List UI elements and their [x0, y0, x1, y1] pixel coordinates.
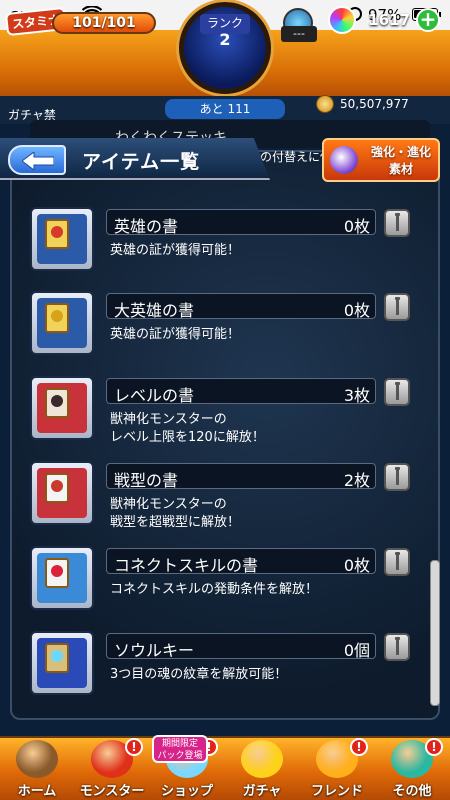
item-row[interactable]: 大英雄の書 0枚英雄の証が獲得可能！	[30, 291, 410, 363]
nav-label: ガチャ	[242, 784, 282, 799]
item-count: 0枚	[343, 217, 370, 236]
item-icon[interactable]	[30, 291, 94, 355]
coin-icon	[316, 95, 334, 113]
nav-item[interactable]: モンスター!	[75, 736, 149, 800]
emblem-icon	[51, 226, 63, 238]
coin-count: 50,507,977	[340, 97, 409, 111]
item-description: 英雄の証が獲得可能！	[110, 327, 241, 342]
back-button[interactable]	[8, 145, 66, 175]
shop-sub-label: ---	[281, 26, 317, 42]
list-scrollbar[interactable]	[430, 560, 440, 706]
item-description: 3つ目の魂の紋章を解放可能！	[110, 667, 288, 682]
item-icon[interactable]	[30, 376, 94, 440]
item-description: 獣神化モンスターの レベル上限を120に解放！	[110, 412, 265, 445]
notification-badge: !	[425, 738, 443, 756]
item-description: 英雄の証が獲得可能！	[110, 243, 241, 258]
item-count: 0個	[343, 641, 370, 660]
item-row[interactable]: コネクトスキルの書 0枚コネクトスキルの発動条件を解放！	[30, 546, 410, 618]
emblem-icon	[51, 650, 63, 662]
back-arrow-icon	[22, 152, 54, 170]
nav-label: フレンド	[310, 784, 363, 799]
item-description: 獣神化モンスターの 戦型を超戦型に解放！	[110, 497, 241, 530]
item-row[interactable]: 英雄の書 0枚英雄の証が獲得可能！	[30, 207, 410, 279]
emblem-icon	[51, 565, 63, 577]
item-count: 2枚	[343, 471, 370, 490]
item-count: 3枚	[343, 386, 370, 405]
item-name: 戦型の書	[114, 471, 179, 490]
item-name: コネクトスキルの書	[114, 556, 259, 575]
info-button[interactable]	[384, 293, 410, 321]
next-rank-exp: あと 111	[165, 99, 285, 119]
nav-item[interactable]: ガチャ	[225, 736, 299, 800]
nav-item[interactable]: ホーム	[0, 736, 74, 800]
emblem-icon	[51, 395, 63, 407]
item-name: レベルの書	[114, 386, 195, 405]
stamina-value: 101/101	[72, 15, 136, 31]
info-button[interactable]	[384, 463, 410, 491]
nav-label: その他	[392, 784, 432, 799]
evolution-material-button[interactable]: 強化・進化 素材	[322, 138, 440, 182]
info-button[interactable]	[384, 548, 410, 576]
notification-badge: !	[350, 738, 368, 756]
info-button[interactable]	[384, 633, 410, 661]
item-icon[interactable]	[30, 207, 94, 271]
orb-count: 1617	[368, 11, 410, 29]
emblem-icon	[51, 310, 63, 322]
gacha-icon	[241, 740, 283, 778]
info-button[interactable]	[384, 378, 410, 406]
item-count: 0枚	[343, 556, 370, 575]
item-icon[interactable]	[30, 546, 94, 610]
item-row[interactable]: ソウルキー 0個 3つ目の魂の紋章を解放可能！	[30, 631, 410, 703]
home-icon	[16, 740, 58, 778]
nav-item[interactable]: フレンド!	[300, 736, 374, 800]
notification-badge: !	[125, 738, 143, 756]
item-icon[interactable]	[30, 461, 94, 525]
page-title: アイテム一覧	[82, 151, 201, 173]
limited-pack-tag: 期間限定 パック登場	[152, 735, 208, 763]
item-name: 大英雄の書	[114, 301, 195, 320]
nav-label: ホーム	[17, 784, 57, 799]
item-count: 0枚	[343, 301, 370, 320]
item-description: コネクトスキルの発動条件を解放！	[110, 582, 319, 597]
item-name: ソウルキー	[114, 641, 195, 660]
item-row[interactable]: 戦型の書 2枚獣神化モンスターの 戦型を超戦型に解放！	[30, 461, 410, 533]
nav-item[interactable]: その他!	[375, 736, 449, 800]
rank-value: 2	[219, 30, 231, 49]
orb-icon	[328, 6, 356, 34]
evolution-material-label: 強化・進化 素材	[370, 145, 431, 176]
material-gem-icon	[330, 146, 358, 174]
emblem-icon	[51, 480, 63, 492]
nav-label: ショップ	[160, 784, 213, 799]
add-orb-button[interactable]: +	[416, 8, 440, 32]
item-row[interactable]: レベルの書 3枚獣神化モンスターの レベル上限を120に解放！	[30, 376, 410, 448]
info-button[interactable]	[384, 209, 410, 237]
item-name: 英雄の書	[114, 217, 179, 236]
item-icon[interactable]	[30, 631, 94, 695]
nav-label: モンスター	[79, 784, 145, 799]
